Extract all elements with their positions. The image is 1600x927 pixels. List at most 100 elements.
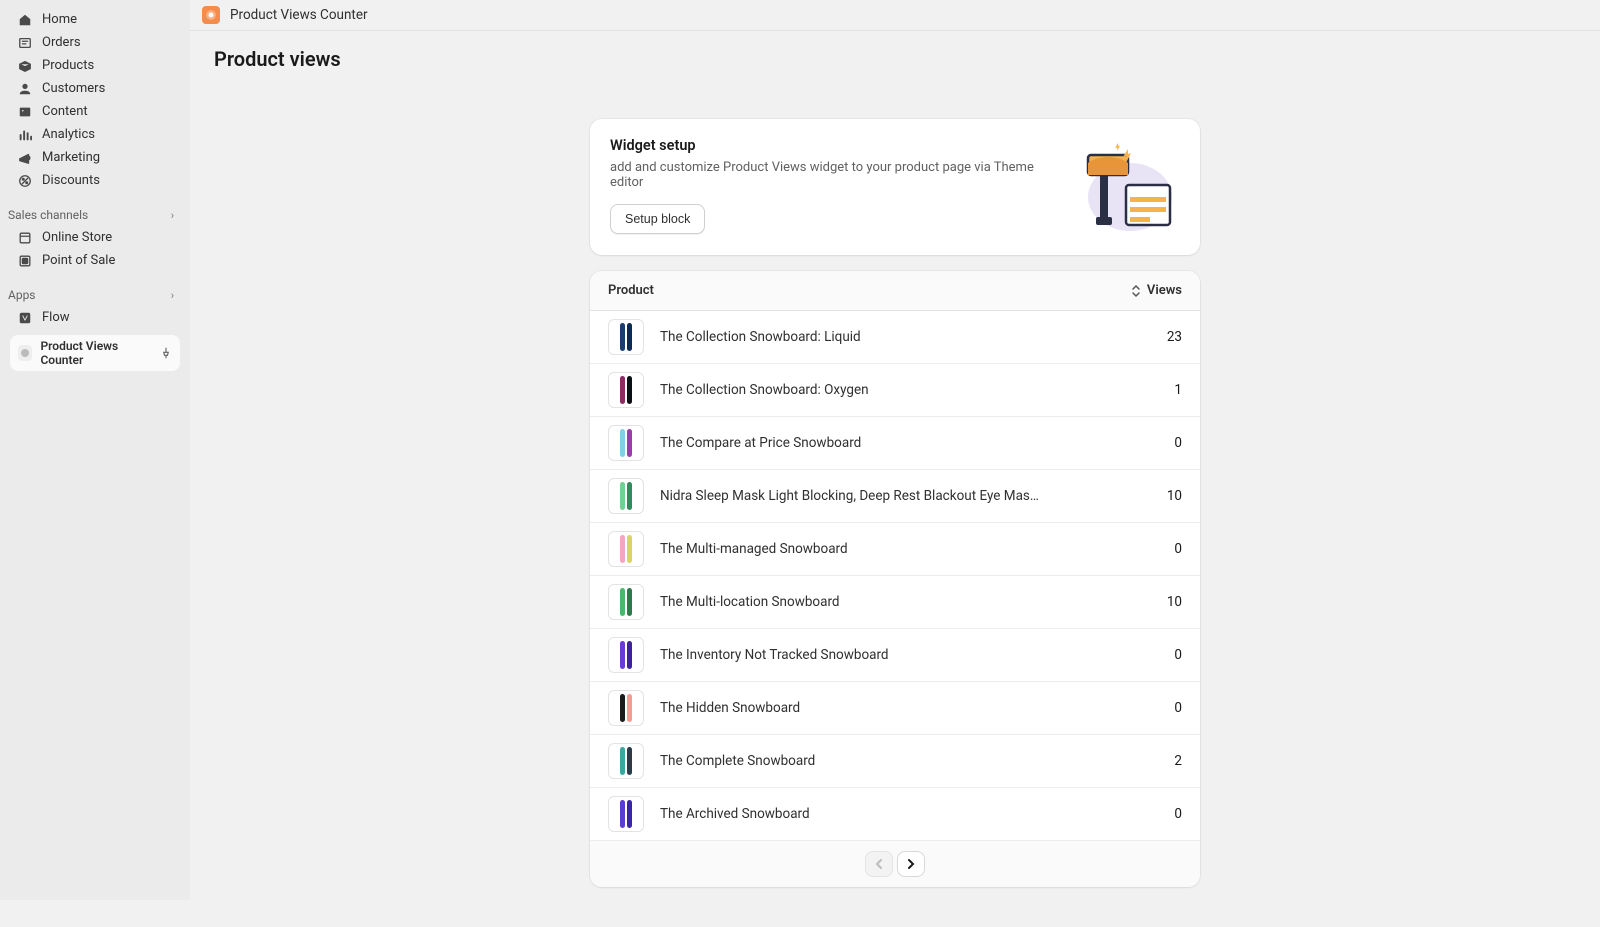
nav-label: Flow — [42, 310, 70, 325]
app-logo-icon — [202, 6, 220, 24]
product-views-count: 0 — [1122, 700, 1182, 716]
apps-header[interactable]: Apps › — [0, 282, 190, 306]
product-thumbnail — [608, 690, 644, 726]
product-views-count: 2 — [1122, 753, 1182, 769]
product-views-count: 0 — [1122, 541, 1182, 557]
discounts-icon — [18, 174, 32, 188]
product-name: The Inventory Not Tracked Snowboard — [660, 647, 1106, 663]
nav-label: Analytics — [42, 127, 95, 142]
nav-item-orders[interactable]: Orders — [0, 31, 190, 54]
product-name: Nidra Sleep Mask Light Blocking, Deep Re… — [660, 488, 1106, 504]
product-views-count: 0 — [1122, 435, 1182, 451]
home-icon — [18, 13, 32, 27]
table-row[interactable]: The Collection Snowboard: Oxygen 1 — [590, 364, 1200, 417]
product-name: The Complete Snowboard — [660, 753, 1106, 769]
widget-setup-banner: Widget setup add and customize Product V… — [590, 119, 1200, 255]
nav-item-products[interactable]: Products — [0, 54, 190, 77]
section-label: Apps — [8, 288, 36, 302]
flow-icon — [18, 311, 32, 325]
product-name: The Collection Snowboard: Liquid — [660, 329, 1106, 345]
app-topbar: Product Views Counter — [190, 0, 1600, 31]
product-thumbnail — [608, 531, 644, 567]
main-content: Product Views Counter Product views Widg… — [190, 0, 1600, 900]
nav-label: Marketing — [42, 150, 100, 165]
channel-item-store[interactable]: Online Store — [0, 226, 190, 249]
page-title: Product views — [190, 31, 1600, 83]
col-product-header: Product — [608, 283, 654, 298]
nav-label: Products — [42, 58, 94, 73]
table-row[interactable]: The Multi-managed Snowboard 0 — [590, 523, 1200, 576]
table-row[interactable]: The Inventory Not Tracked Snowboard 0 — [590, 629, 1200, 682]
table-row[interactable]: The Hidden Snowboard 0 — [590, 682, 1200, 735]
app-name: Product Views Counter — [230, 7, 368, 23]
product-thumbnail — [608, 743, 644, 779]
table-row[interactable]: Nidra Sleep Mask Light Blocking, Deep Re… — [590, 470, 1200, 523]
product-views-table: Product Views The Collection Snowboard: … — [590, 271, 1200, 887]
app-icon — [18, 345, 32, 361]
product-thumbnail — [608, 637, 644, 673]
sales-channels-header[interactable]: Sales channels › — [0, 202, 190, 226]
product-thumbnail — [608, 796, 644, 832]
section-label: Sales channels — [8, 208, 88, 222]
product-name: The Multi-location Snowboard — [660, 594, 1106, 610]
product-name: The Collection Snowboard: Oxygen — [660, 382, 1106, 398]
col-views-header[interactable]: Views — [1131, 283, 1182, 298]
pagination — [590, 840, 1200, 887]
marketing-icon — [18, 151, 32, 165]
sidebar: Home Orders Products Customers Content Analyt… — [0, 0, 190, 900]
product-thumbnail — [608, 372, 644, 408]
nav-label: Point of Sale — [42, 253, 115, 268]
pinned-app-current[interactable]: Product Views Counter — [10, 335, 180, 371]
product-views-count: 10 — [1122, 488, 1182, 504]
nav-item-home[interactable]: Home — [0, 8, 190, 31]
product-name: The Hidden Snowboard — [660, 700, 1106, 716]
table-row[interactable]: The Collection Snowboard: Liquid 23 — [590, 311, 1200, 364]
product-thumbnail — [608, 425, 644, 461]
product-views-count: 0 — [1122, 647, 1182, 663]
product-views-count: 23 — [1122, 329, 1182, 345]
product-thumbnail — [608, 319, 644, 355]
pinned-app-label: Product Views Counter — [40, 339, 152, 367]
sort-icon — [1131, 284, 1141, 298]
app-item-flow[interactable]: Flow — [0, 306, 190, 329]
banner-body: add and customize Product Views widget t… — [610, 160, 1058, 190]
table-row[interactable]: The Complete Snowboard 2 — [590, 735, 1200, 788]
banner-heading: Widget setup — [610, 137, 1058, 154]
chevron-right-icon: › — [171, 289, 174, 302]
product-thumbnail — [608, 478, 644, 514]
store-icon — [18, 231, 32, 245]
nav-label: Home — [42, 12, 77, 27]
prev-page-button — [865, 851, 893, 877]
table-header: Product Views — [590, 271, 1200, 311]
next-page-button[interactable] — [897, 851, 925, 877]
customers-icon — [18, 82, 32, 96]
nav-label: Orders — [42, 35, 81, 50]
nav-label: Content — [42, 104, 88, 119]
product-name: The Compare at Price Snowboard — [660, 435, 1106, 451]
table-row[interactable]: The Archived Snowboard 0 — [590, 788, 1200, 840]
nav-item-discounts[interactable]: Discounts — [0, 169, 190, 192]
channel-item-pos[interactable]: Point of Sale — [0, 249, 190, 272]
nav-item-content[interactable]: Content — [0, 100, 190, 123]
content-icon — [18, 105, 32, 119]
nav-label: Discounts — [42, 173, 100, 188]
pin-icon[interactable] — [160, 347, 172, 359]
setup-block-button[interactable]: Setup block — [610, 204, 705, 234]
banner-illustration-icon — [1070, 137, 1180, 237]
product-thumbnail — [608, 584, 644, 620]
product-views-count: 1 — [1122, 382, 1182, 398]
nav-label: Online Store — [42, 230, 112, 245]
analytics-icon — [18, 128, 32, 142]
nav-label: Customers — [42, 81, 105, 96]
table-row[interactable]: The Compare at Price Snowboard 0 — [590, 417, 1200, 470]
chevron-right-icon: › — [171, 209, 174, 222]
nav-item-marketing[interactable]: Marketing — [0, 146, 190, 169]
product-name: The Multi-managed Snowboard — [660, 541, 1106, 557]
pos-icon — [18, 254, 32, 268]
product-views-count: 0 — [1122, 806, 1182, 822]
nav-item-analytics[interactable]: Analytics — [0, 123, 190, 146]
table-row[interactable]: The Multi-location Snowboard 10 — [590, 576, 1200, 629]
product-name: The Archived Snowboard — [660, 806, 1106, 822]
products-icon — [18, 59, 32, 73]
nav-item-customers[interactable]: Customers — [0, 77, 190, 100]
